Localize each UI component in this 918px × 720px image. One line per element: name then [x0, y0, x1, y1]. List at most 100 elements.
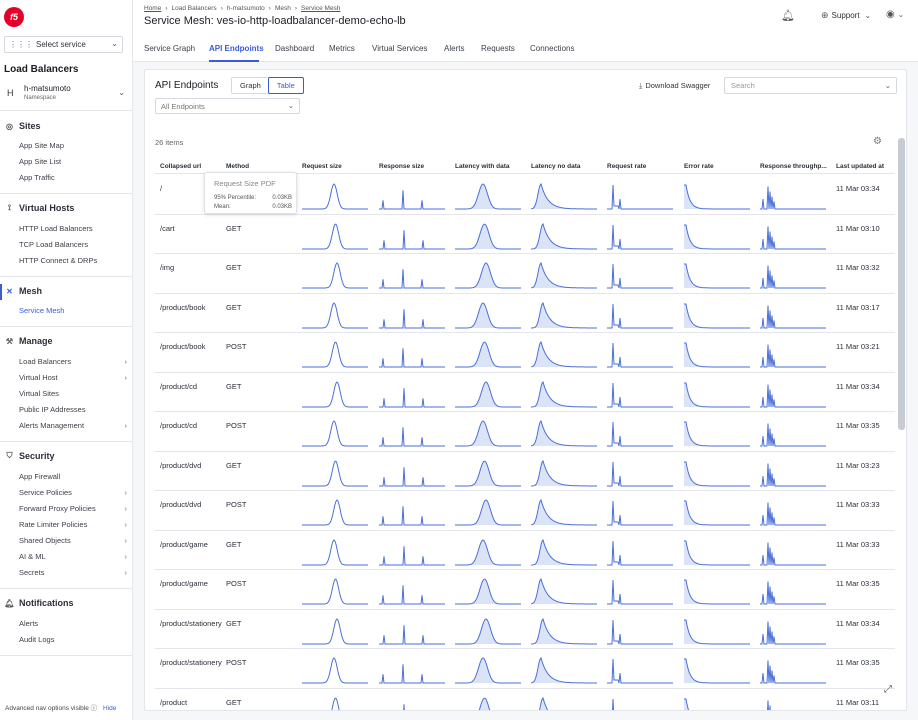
- search-input[interactable]: Search ⌄: [724, 77, 897, 94]
- sparkline-decay[interactable]: [684, 537, 750, 567]
- sparkline-gauss[interactable]: [302, 339, 368, 369]
- endpoint-filter-dropdown[interactable]: All Endpoints ⌄: [155, 98, 300, 114]
- table-row[interactable]: /product/game GET 11 Mar 03:33: [155, 531, 895, 570]
- sparkline-gauss[interactable]: [302, 458, 368, 488]
- nav-section-virtual-hosts[interactable]: ⟟ Virtual Hosts: [4, 203, 74, 213]
- sparkline-gauss[interactable]: [302, 695, 368, 712]
- sparkline-gaussfill[interactable]: [455, 379, 521, 409]
- table-row[interactable]: /product/dvd GET 11 Mar 03:23: [155, 452, 895, 491]
- sparkline-spikes[interactable]: [379, 537, 445, 567]
- sparkline-burst[interactable]: [760, 181, 826, 211]
- sparkline-decay[interactable]: [684, 497, 750, 527]
- table-row[interactable]: /img GET 11 Mar 03:32: [155, 254, 895, 294]
- sparkline-decay[interactable]: [684, 695, 750, 712]
- sparkline-spikes[interactable]: [379, 576, 445, 606]
- nav-section-manage[interactable]: ⚒ Manage: [4, 336, 53, 346]
- sidebar-item-app-site-list[interactable]: App Site List: [19, 157, 127, 166]
- table-row[interactable]: /product/book GET 11 Mar 03:17: [155, 294, 895, 333]
- sparkline-rate[interactable]: [607, 458, 673, 488]
- sparkline-decay[interactable]: [684, 655, 750, 685]
- column-header-latency-with-data[interactable]: Latency with data: [455, 163, 510, 170]
- tab-alerts[interactable]: Alerts: [444, 44, 464, 53]
- view-graph-button[interactable]: Graph: [232, 78, 269, 93]
- sidebar-item-app-firewall[interactable]: App Firewall: [19, 472, 127, 481]
- sparkline-spikes[interactable]: [379, 181, 445, 211]
- sparkline-burst[interactable]: [760, 260, 826, 290]
- sparkline-burst[interactable]: [760, 695, 826, 712]
- sparkline-rate[interactable]: [607, 339, 673, 369]
- sparkline-gauss[interactable]: [302, 181, 368, 211]
- sparkline-gauss[interactable]: [302, 300, 368, 330]
- table-row[interactable]: /cart GET 11 Mar 03:10: [155, 215, 895, 254]
- sidebar-item-load-balancers[interactable]: Load Balancers ›: [19, 357, 127, 366]
- nav-section-mesh[interactable]: ✕ Mesh: [4, 286, 42, 296]
- sparkline-skewfill[interactable]: [531, 181, 597, 211]
- sparkline-skewfill[interactable]: [531, 576, 597, 606]
- table-row[interactable]: /product/cd GET 11 Mar 03:34: [155, 373, 895, 412]
- sparkline-gauss[interactable]: [302, 260, 368, 290]
- sparkline-burst[interactable]: [760, 537, 826, 567]
- namespace-selector[interactable]: H h-matsumoto Namespace ⌄: [4, 83, 129, 105]
- column-header-latency-no-data[interactable]: Latency no data: [531, 163, 580, 170]
- column-header-request-rate[interactable]: Request rate: [607, 163, 646, 170]
- sidebar-item-audit-logs[interactable]: Audit Logs: [19, 635, 127, 644]
- sparkline-gaussfill[interactable]: [455, 537, 521, 567]
- breadcrumb-namespace[interactable]: h-matsumoto: [227, 5, 265, 12]
- sidebar-item-virtual-host[interactable]: Virtual Host ›: [19, 373, 127, 382]
- sparkline-skewfill[interactable]: [531, 300, 597, 330]
- sparkline-rate[interactable]: [607, 418, 673, 448]
- sparkline-gaussfill[interactable]: [455, 576, 521, 606]
- sidebar-item-ai-ml[interactable]: AI & ML ›: [19, 552, 127, 561]
- download-swagger-button[interactable]: ⤓ Download Swagger: [639, 81, 710, 91]
- sparkline-skewfill[interactable]: [531, 221, 597, 251]
- user-menu[interactable]: ◉ ⌄: [886, 9, 904, 20]
- sparkline-decay[interactable]: [684, 221, 750, 251]
- sparkline-gaussfill[interactable]: [455, 418, 521, 448]
- sparkline-decay[interactable]: [684, 181, 750, 211]
- sidebar-item-alerts[interactable]: Alerts: [19, 619, 127, 628]
- sparkline-gaussfill[interactable]: [455, 616, 521, 646]
- hide-link[interactable]: Hide: [103, 705, 116, 712]
- sparkline-burst[interactable]: [760, 300, 826, 330]
- sparkline-rate[interactable]: [607, 497, 673, 527]
- select-service-dropdown[interactable]: ⋮⋮⋮ Select service ⌄: [4, 36, 123, 53]
- sparkline-decay[interactable]: [684, 576, 750, 606]
- sparkline-rate[interactable]: [607, 655, 673, 685]
- sparkline-spikes[interactable]: [379, 458, 445, 488]
- view-table-button[interactable]: Table: [267, 77, 304, 94]
- breadcrumb-mesh[interactable]: Mesh: [275, 5, 291, 12]
- nav-section-sites[interactable]: ◎ Sites: [4, 121, 41, 131]
- sidebar-item-forward-proxy-policies[interactable]: Forward Proxy Policies ›: [19, 504, 127, 513]
- notifications-bell-icon[interactable]: 🔔︎: [781, 9, 795, 22]
- tab-api-endpoints[interactable]: API Endpoints: [209, 44, 264, 53]
- table-row[interactable]: /product/stationery GET 11 Mar 03:34: [155, 610, 895, 649]
- tab-dashboard[interactable]: Dashboard: [275, 44, 314, 53]
- sparkline-spikes[interactable]: [379, 695, 445, 712]
- sparkline-rate[interactable]: [607, 616, 673, 646]
- sparkline-spikes[interactable]: [379, 260, 445, 290]
- sparkline-decay[interactable]: [684, 418, 750, 448]
- sparkline-gaussfill[interactable]: [455, 221, 521, 251]
- column-header-response-size[interactable]: Response size: [379, 163, 424, 170]
- sparkline-skewfill[interactable]: [531, 458, 597, 488]
- sparkline-gauss[interactable]: [302, 537, 368, 567]
- sparkline-rate[interactable]: [607, 537, 673, 567]
- vertical-scrollbar[interactable]: [898, 138, 905, 430]
- sidebar-item-tcp-load-balancers[interactable]: TCP Load Balancers: [19, 240, 127, 249]
- sidebar-item-public-ip-addresses[interactable]: Public IP Addresses: [19, 405, 127, 414]
- sidebar-item-service-mesh[interactable]: Service Mesh: [19, 306, 127, 315]
- breadcrumb-home[interactable]: Home: [144, 5, 161, 12]
- sparkline-decay[interactable]: [684, 300, 750, 330]
- sparkline-rate[interactable]: [607, 300, 673, 330]
- sparkline-skewfill[interactable]: [531, 537, 597, 567]
- sparkline-decay[interactable]: [684, 616, 750, 646]
- sparkline-spikes[interactable]: [379, 616, 445, 646]
- sparkline-skewfill[interactable]: [531, 655, 597, 685]
- sparkline-skewfill[interactable]: [531, 418, 597, 448]
- table-row[interactable]: /product GET 11 Mar 03:11: [155, 689, 895, 712]
- sparkline-skewfill[interactable]: [531, 260, 597, 290]
- sparkline-rate[interactable]: [607, 221, 673, 251]
- sparkline-skewfill[interactable]: [531, 497, 597, 527]
- sparkline-gauss[interactable]: [302, 576, 368, 606]
- table-row[interactable]: /product/dvd POST 11 Mar 03:33: [155, 491, 895, 531]
